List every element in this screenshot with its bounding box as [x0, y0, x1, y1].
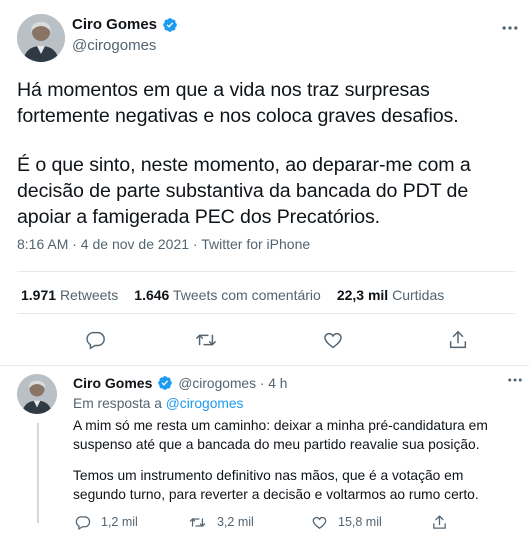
like-icon[interactable]: [319, 326, 347, 354]
divider: [17, 313, 515, 314]
tweet-text-paragraph-1: Há momentos em que a vida nos traz surpr…: [17, 79, 459, 127]
divider: [17, 271, 515, 272]
like-icon: [312, 516, 327, 529]
share-action[interactable]: [431, 511, 448, 533]
verified-badge-icon: [163, 17, 177, 32]
like-action[interactable]: 15,8 mil: [311, 511, 382, 533]
reply-tweet[interactable]: Ciro Gomes @cirogomes · 4 h Em resposta …: [0, 368, 529, 542]
tweet-text-paragraph-2: É o que sinto, neste momento, ao deparar…: [17, 154, 471, 228]
handle-time[interactable]: @cirogomes · 4 h: [178, 376, 287, 391]
tweet-meta[interactable]: 8:16 AM · 4 de nov de 2021 · Twitter for…: [17, 236, 310, 252]
author-name[interactable]: Ciro Gomes @cirogomes · 4 h: [73, 375, 287, 391]
divider: [0, 365, 529, 366]
author-handle[interactable]: @cirogomes: [72, 37, 156, 54]
reply-count: 1,2 mil: [101, 515, 138, 529]
author-name-text[interactable]: Ciro Gomes: [72, 16, 157, 33]
retweet-count: 3,2 mil: [217, 515, 254, 529]
author-name[interactable]: Ciro Gomes: [72, 16, 178, 33]
quotes-stat[interactable]: 1.646 Tweets com comentário: [134, 287, 321, 303]
verified-badge-icon: [158, 376, 173, 390]
quotes-count: 1.646: [134, 287, 170, 303]
retweet-action[interactable]: 3,2 mil: [188, 511, 254, 533]
tweet-stats: 1.971 Retweets 1.646 Tweets com comentár…: [21, 287, 460, 303]
retweet-icon[interactable]: [192, 326, 220, 354]
like-count: 15,8 mil: [338, 515, 382, 529]
reply-to: Em resposta a @cirogomes: [73, 396, 243, 411]
share-icon: [433, 514, 446, 529]
retweets-count: 1.971: [21, 287, 57, 303]
likes-count: 22,3 mil: [336, 287, 389, 303]
tweet-actions: [0, 326, 529, 354]
thread-line: [37, 423, 39, 523]
retweet-icon: [189, 517, 206, 527]
share-icon[interactable]: [444, 326, 472, 354]
author-name-text[interactable]: Ciro Gomes: [73, 375, 152, 391]
more-options-icon[interactable]: [506, 371, 524, 394]
more-options-icon[interactable]: [500, 18, 520, 43]
likes-label: Curtidas: [392, 287, 445, 303]
retweets-stat[interactable]: 1.971 Retweets: [21, 287, 118, 303]
avatar[interactable]: [17, 374, 57, 414]
reply-to-prefix: Em resposta a: [73, 396, 162, 411]
reply-icon[interactable]: [81, 326, 109, 354]
reply-text-paragraph-2: Temos um instrumento definitivo nas mãos…: [73, 468, 479, 502]
reply-action[interactable]: 1,2 mil: [74, 511, 138, 533]
retweets-label: Retweets: [59, 287, 119, 303]
quotes-label: Tweets com comentário: [172, 287, 321, 303]
likes-stat[interactable]: 22,3 mil Curtidas: [337, 287, 444, 303]
avatar[interactable]: [17, 14, 65, 62]
reply-to-mention[interactable]: @cirogomes: [166, 396, 244, 411]
reply-icon: [75, 515, 91, 530]
reply-text-paragraph-1: A mim só me resta um caminho: deixar a m…: [73, 418, 488, 452]
